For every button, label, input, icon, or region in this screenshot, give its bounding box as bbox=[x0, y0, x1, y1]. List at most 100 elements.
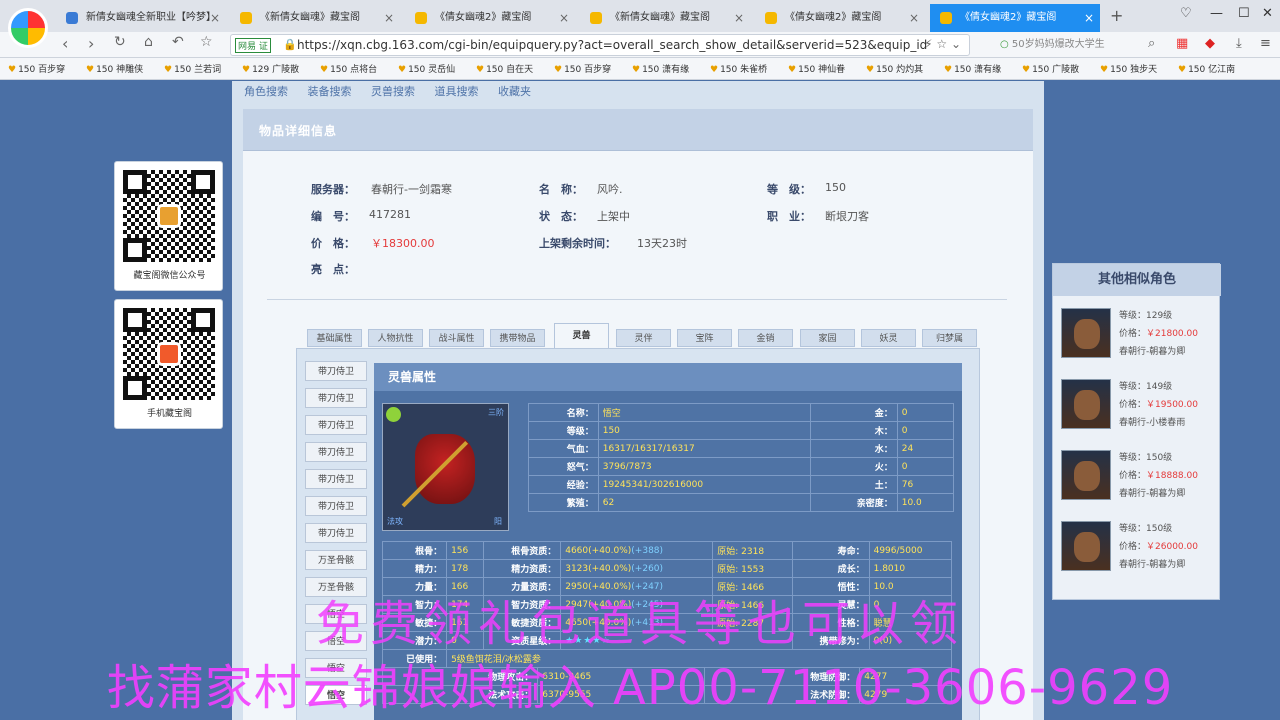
browser-tab[interactable]: 《新倩女幽魂》藏宝阁 × bbox=[230, 4, 400, 32]
minimize-icon[interactable]: — bbox=[1210, 6, 1223, 21]
nav-role-search[interactable]: 角色搜索 bbox=[244, 85, 288, 98]
detail-content: 服务器： 春朝行-一剑霜寒 名 称： 风吟. 等 级： 150 编 号： 417… bbox=[243, 151, 1033, 720]
pet-list-item[interactable]: 带刀侍卫 bbox=[305, 388, 367, 408]
maximize-icon[interactable]: ☐ bbox=[1238, 6, 1250, 21]
skin-icon[interactable]: ♡ bbox=[1180, 6, 1192, 21]
nav-item-search[interactable]: 道具搜索 bbox=[435, 85, 479, 98]
bookmark-item[interactable]: 150 自在天 bbox=[476, 62, 533, 75]
tab-items[interactable]: 携带物品 bbox=[490, 329, 545, 347]
bookmark-item[interactable]: 150 百步穿 bbox=[8, 62, 65, 75]
aptitude-bonus: (+388) bbox=[631, 545, 664, 556]
bookmark-item[interactable]: 150 潇有缘 bbox=[632, 62, 689, 75]
close-icon[interactable]: × bbox=[210, 4, 220, 32]
similar-role-item[interactable]: 等级：149级 价格：￥19500.00 春朝行-小楼春雨 bbox=[1061, 377, 1216, 437]
nav-equip-search[interactable]: 装备搜索 bbox=[308, 85, 352, 98]
status-value: 上架中 bbox=[597, 210, 630, 223]
bookmark-item[interactable]: 150 兰若词 bbox=[164, 62, 221, 75]
attr-label: 繁殖： bbox=[528, 493, 599, 512]
bookmark-item[interactable]: 129 广陵散 bbox=[242, 62, 299, 75]
back-icon[interactable]: ‹ bbox=[62, 34, 68, 53]
search-input[interactable]: ○ 50岁妈妈爆改大学生 bbox=[1000, 34, 1160, 56]
nav-favorites[interactable]: 收藏夹 bbox=[498, 85, 531, 98]
pet-list-item[interactable]: 带刀侍卫 bbox=[305, 415, 367, 435]
favorite-star-icon[interactable]: ☆ bbox=[200, 34, 213, 50]
pet-list-item[interactable]: 悟空 bbox=[305, 631, 367, 651]
apps-icon[interactable]: ▦ bbox=[1176, 36, 1188, 51]
table-row: 繁殖： 62 亲密度： 10.0 bbox=[528, 493, 955, 512]
pet-list-item[interactable]: 带刀侍卫 bbox=[305, 496, 367, 516]
close-icon[interactable]: × bbox=[734, 4, 744, 32]
tab-companion[interactable]: 灵伴 bbox=[616, 329, 671, 347]
close-icon[interactable]: × bbox=[909, 4, 919, 32]
lightning-icon[interactable]: ⚡ ☆ ⌄ bbox=[924, 37, 961, 51]
tab-combat[interactable]: 战斗属性 bbox=[429, 329, 484, 347]
tab-pet[interactable]: 灵兽 bbox=[554, 323, 609, 349]
game-icon[interactable]: ◆ bbox=[1205, 36, 1215, 51]
similar-role-item[interactable]: 等级：129级 价格：￥21800.00 春朝行-朝暮为卿 bbox=[1061, 306, 1216, 366]
home-icon[interactable]: ⌂ bbox=[144, 34, 153, 50]
browser-logo-icon[interactable] bbox=[8, 8, 48, 48]
wechat-qr-card: 藏宝阁微信公众号 bbox=[114, 161, 223, 291]
bookmark-item[interactable]: 150 潇有缘 bbox=[944, 62, 1001, 75]
tab-home[interactable]: 家园 bbox=[800, 329, 855, 347]
url-field[interactable]: 网易 证 🔒 https://xqn.cbg.163.com/cgi-bin/e… bbox=[230, 34, 970, 56]
misc-label: 性格： bbox=[791, 613, 870, 632]
tab-formation[interactable]: 宝阵 bbox=[677, 329, 732, 347]
pet-list-item[interactable]: 带刀侍卫 bbox=[305, 361, 367, 381]
pet-list-item[interactable]: 带刀侍卫 bbox=[305, 442, 367, 462]
new-tab-icon[interactable]: + bbox=[1110, 6, 1123, 25]
stat-value: 161 bbox=[446, 613, 485, 632]
browser-tab[interactable]: 《倩女幽魂2》藏宝阁 × bbox=[405, 4, 575, 32]
tab-gold[interactable]: 金销 bbox=[738, 329, 793, 347]
refresh-icon[interactable]: ↻ bbox=[114, 34, 126, 50]
close-window-icon[interactable]: ✕ bbox=[1262, 6, 1273, 21]
tab-title: 《新倩女幽魂》藏宝阁 bbox=[260, 12, 360, 23]
bookmark-item[interactable]: 150 神仙眷 bbox=[788, 62, 845, 75]
pet-list-item[interactable]: 万圣骨骸 bbox=[305, 577, 367, 597]
close-icon[interactable]: × bbox=[1084, 4, 1094, 32]
tab-basic[interactable]: 基础属性 bbox=[307, 329, 362, 347]
pet-list-item[interactable]: 悟空 bbox=[305, 604, 367, 624]
bookmark-item[interactable]: 150 亿江南 bbox=[1178, 62, 1235, 75]
tab-resist[interactable]: 人物抗性 bbox=[368, 329, 423, 347]
menu-icon[interactable]: ≡ bbox=[1260, 36, 1271, 51]
forward-icon[interactable]: › bbox=[88, 34, 94, 53]
bookmark-item[interactable]: 150 点将台 bbox=[320, 62, 377, 75]
similar-price-label: 价格： bbox=[1119, 329, 1147, 339]
job-value: 断垠刀客 bbox=[825, 210, 869, 223]
similar-role-item[interactable]: 等级：150级 价格：￥18888.00 春朝行-朝暮为卿 bbox=[1061, 448, 1216, 508]
pet-list-item[interactable]: 带刀侍卫 bbox=[305, 523, 367, 543]
table-row: 经验： 19245341/302616000 土： 76 bbox=[528, 475, 955, 494]
main-panel: 角色搜索 装备搜索 灵兽搜索 道具搜索 收藏夹 物品详细信息 服务器： 春朝行-… bbox=[232, 81, 1044, 720]
bookmark-item[interactable]: 150 独步天 bbox=[1100, 62, 1157, 75]
pet-list-item[interactable]: 带刀侍卫 bbox=[305, 469, 367, 489]
tab-dream[interactable]: 归梦属 bbox=[922, 329, 977, 347]
undo-icon[interactable]: ↶ bbox=[172, 34, 184, 50]
avatar[interactable] bbox=[1061, 450, 1111, 500]
bookmark-item[interactable]: 150 百步穿 bbox=[554, 62, 611, 75]
browser-tab[interactable]: 新倩女幽魂全新职业【吟梦】 × bbox=[56, 4, 226, 32]
bookmark-item[interactable]: 150 神雕侠 bbox=[86, 62, 143, 75]
pet-list-item[interactable]: 万圣骨骸 bbox=[305, 550, 367, 570]
browser-tab[interactable]: 《新倩女幽魂》藏宝阁 × bbox=[580, 4, 750, 32]
bookmark-item[interactable]: 150 广陵散 bbox=[1022, 62, 1079, 75]
pet-list-item[interactable]: 悟空 bbox=[305, 658, 367, 678]
avatar[interactable] bbox=[1061, 379, 1111, 429]
tab-spirit[interactable]: 妖灵 bbox=[861, 329, 916, 347]
bookmark-item[interactable]: 150 灵岳仙 bbox=[398, 62, 455, 75]
browser-tab[interactable]: 《倩女幽魂2》藏宝阁 × bbox=[755, 4, 925, 32]
nav-pet-search[interactable]: 灵兽搜索 bbox=[371, 85, 415, 98]
avatar[interactable] bbox=[1061, 521, 1111, 571]
pet-list-item[interactable]: 悟空 bbox=[305, 685, 367, 705]
bookmark-item[interactable]: 150 朱雀桥 bbox=[710, 62, 767, 75]
remain-label: 上架剩余时间： bbox=[539, 237, 616, 250]
browser-tab-active[interactable]: 《倩女幽魂2》藏宝阁 × bbox=[930, 4, 1100, 32]
similar-role-item[interactable]: 等级：150级 价格：￥26000.00 春朝行-朝暮为卿 bbox=[1061, 519, 1216, 579]
stat-value: 174 bbox=[446, 595, 485, 614]
search-icon[interactable]: ⌕ bbox=[1148, 36, 1155, 51]
close-icon[interactable]: × bbox=[559, 4, 569, 32]
bookmark-item[interactable]: 150 灼灼其 bbox=[866, 62, 923, 75]
download-icon[interactable]: ⤓ bbox=[1236, 36, 1242, 51]
avatar[interactable] bbox=[1061, 308, 1111, 358]
close-icon[interactable]: × bbox=[384, 4, 394, 32]
